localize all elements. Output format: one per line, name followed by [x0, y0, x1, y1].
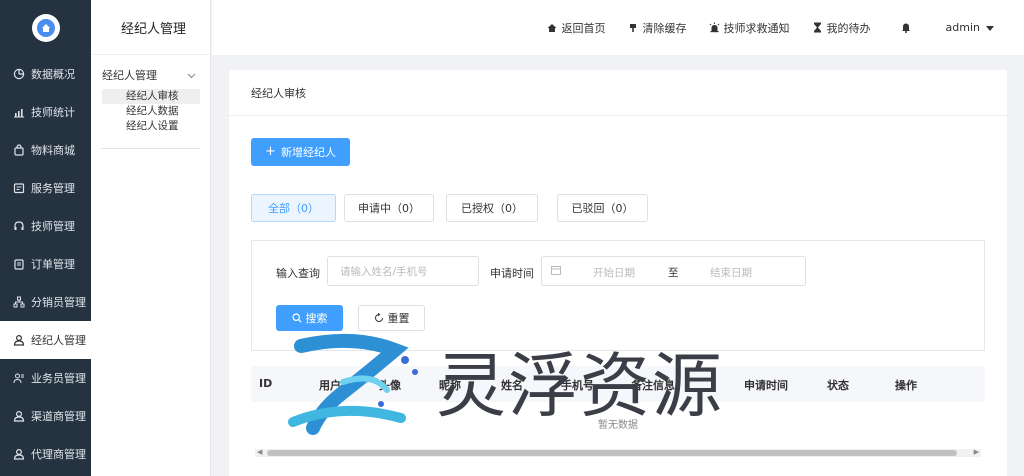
notifications-button[interactable] — [901, 22, 916, 33]
sidebar-item-brokers[interactable]: 经纪人管理 — [0, 321, 91, 359]
chevron-down-icon — [187, 69, 196, 82]
caret-down-icon — [986, 21, 994, 34]
sidebar-item-agents[interactable]: 代理商管理 — [0, 435, 91, 473]
sidebar-item-distributors[interactable]: 分销员管理 — [0, 283, 91, 321]
pie-chart-icon — [12, 68, 25, 81]
tab-applying[interactable]: 申请中（0） — [344, 194, 434, 222]
rescue-notice-label: 技师求救通知 — [723, 21, 790, 35]
sidebar-item-label: 订单管理 — [31, 258, 75, 271]
add-broker-button[interactable]: + 新增经纪人 — [251, 138, 350, 166]
sidebar-item-label: 物料商城 — [31, 144, 75, 157]
column-header-apply-time: 申请时间 — [744, 379, 788, 392]
sidebar-item-dashboard[interactable]: 数据概况 — [0, 55, 91, 93]
sub-item-broker-data[interactable]: 经纪人数据 — [102, 104, 200, 119]
end-date-placeholder: 结束日期 — [710, 267, 752, 279]
subbar-title: 经纪人管理 — [91, 0, 210, 55]
brush-icon — [628, 22, 639, 33]
date-range-picker[interactable]: 开始日期 至 结束日期 — [541, 256, 806, 286]
time-label: 申请时间 — [490, 267, 534, 280]
bar-stats-icon — [12, 106, 25, 119]
horizontal-scrollbar[interactable]: ◀ ▶ — [255, 448, 981, 457]
clear-cache-link[interactable]: 清除缓存 — [628, 20, 687, 36]
reset-button[interactable]: 重置 — [358, 305, 425, 331]
main-sidebar: 数据概况 技师统计 物料商城 服务管理 技师管理 订单管理 分销员管理 经纪人管… — [0, 0, 91, 476]
sub-sidebar: 经纪人管理 经纪人管理 经纪人审核 经纪人数据 经纪人设置 — [91, 0, 211, 476]
sidebar-item-label: 渠道商管理 — [31, 410, 86, 423]
bell-icon — [901, 22, 912, 33]
scroll-left-icon[interactable]: ◀ — [257, 448, 262, 456]
search-button[interactable]: 搜索 — [276, 305, 343, 331]
sidebar-item-channels[interactable]: 渠道商管理 — [0, 397, 91, 435]
rescue-notice-link[interactable]: 技师求救通知 — [709, 20, 790, 36]
todo-label: 我的待办 — [826, 21, 871, 35]
tab-rejected[interactable]: 已驳回（0） — [557, 194, 648, 222]
search-button-label: 搜索 — [305, 312, 328, 325]
page-title: 经纪人审核 — [229, 70, 1007, 116]
sidebar-item-label: 经纪人管理 — [31, 334, 86, 347]
shopping-bag-icon — [12, 144, 25, 157]
watermark: 灵浮资源 — [283, 332, 743, 440]
home-logo-icon — [36, 18, 55, 37]
sub-divider — [101, 148, 200, 149]
watermark-logo-icon — [288, 333, 418, 435]
sidebar-item-label: 业务员管理 — [31, 372, 86, 385]
plus-icon: + — [265, 144, 276, 159]
sub-item-broker-settings[interactable]: 经纪人设置 — [102, 119, 200, 134]
user-star-icon — [12, 448, 25, 461]
search-icon — [291, 313, 302, 323]
sidebar-item-technicians[interactable]: 技师管理 — [0, 207, 91, 245]
headset-icon — [12, 220, 25, 233]
sub-item-broker-review[interactable]: 经纪人审核 — [102, 89, 200, 104]
todo-link[interactable]: 我的待办 — [812, 20, 871, 36]
user-icon — [12, 334, 25, 347]
search-input-placeholder: 请输入姓名/手机号 — [340, 265, 428, 278]
alarm-icon — [709, 22, 720, 33]
sidebar-item-label: 代理商管理 — [31, 448, 86, 461]
sidebar-item-label: 服务管理 — [31, 182, 75, 195]
add-broker-label: 新增经纪人 — [280, 146, 336, 159]
watermark-text: 灵浮资源 — [436, 345, 724, 427]
clipboard-icon — [12, 258, 25, 271]
column-header-actions: 操作 — [895, 379, 917, 392]
query-label: 输入查询 — [276, 267, 320, 280]
sidebar-item-materials[interactable]: 物料商城 — [0, 131, 91, 169]
clear-cache-label: 清除缓存 — [642, 21, 687, 35]
home-icon — [547, 22, 558, 33]
sub-group-label: 经纪人管理 — [102, 69, 157, 82]
tab-authorized[interactable]: 已授权（0） — [446, 194, 538, 222]
sidebar-item-label: 技师统计 — [31, 106, 75, 119]
scrollbar-thumb[interactable] — [267, 450, 957, 456]
logo-area — [0, 0, 91, 55]
start-date-placeholder: 开始日期 — [593, 267, 635, 279]
service-icon — [12, 182, 25, 195]
sidebar-item-label: 数据概况 — [31, 68, 75, 81]
range-separator: 至 — [668, 267, 679, 279]
sidebar-item-salesmen[interactable]: 业务员管理 — [0, 359, 91, 397]
reset-button-label: 重置 — [387, 312, 410, 325]
home-link-label: 返回首页 — [561, 21, 606, 35]
sidebar-item-label: 分销员管理 — [31, 296, 86, 309]
refresh-icon — [374, 313, 384, 323]
user-group-icon — [12, 372, 25, 385]
scroll-right-icon[interactable]: ▶ — [974, 448, 979, 456]
column-header-id: ID — [259, 377, 273, 390]
sidebar-item-tech-stats[interactable]: 技师统计 — [0, 93, 91, 131]
user-menu[interactable]: admin — [946, 21, 994, 34]
sub-group-header[interactable]: 经纪人管理 — [91, 55, 210, 89]
top-header: 返回首页 清除缓存 技师求救通知 我的待办 admin — [212, 0, 1024, 55]
search-input[interactable]: 请输入姓名/手机号 — [327, 256, 479, 286]
logo[interactable] — [31, 13, 60, 42]
sidebar-item-label: 技师管理 — [31, 220, 75, 233]
user-badge-icon — [12, 410, 25, 423]
home-link[interactable]: 返回首页 — [547, 20, 606, 36]
org-chart-icon — [12, 296, 25, 309]
user-name: admin — [945, 21, 980, 34]
calendar-icon — [551, 265, 561, 278]
tab-all[interactable]: 全部（0） — [251, 194, 336, 222]
sidebar-item-services[interactable]: 服务管理 — [0, 169, 91, 207]
sidebar-menu: 数据概况 技师统计 物料商城 服务管理 技师管理 订单管理 分销员管理 经纪人管… — [0, 55, 91, 473]
sidebar-item-orders[interactable]: 订单管理 — [0, 245, 91, 283]
hourglass-icon — [812, 22, 823, 33]
column-header-status: 状态 — [827, 379, 849, 392]
